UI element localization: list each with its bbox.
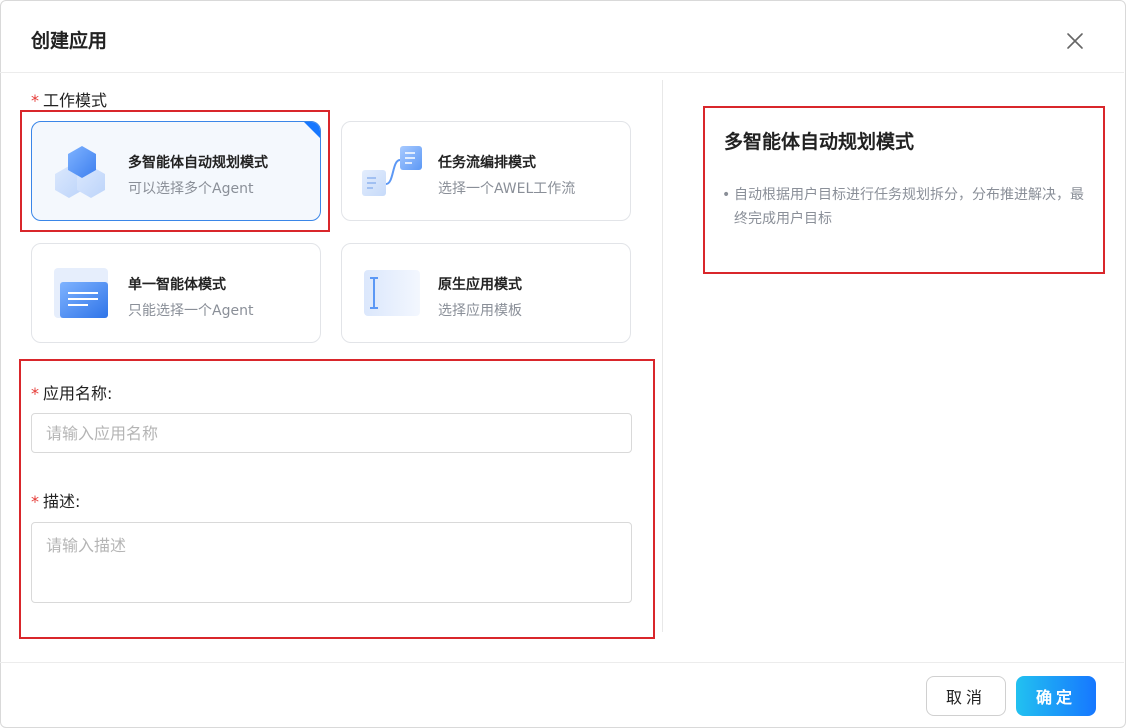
text-cursor-icon bbox=[362, 266, 422, 322]
annotation-box-detail bbox=[703, 106, 1105, 274]
dialog-header: 创建应用 bbox=[0, 0, 1124, 73]
confirm-button[interactable]: 确定 bbox=[1016, 676, 1096, 716]
workflow-icon bbox=[362, 144, 422, 200]
mode-card-single-agent[interactable]: 单一智能体模式 只能选择一个Agent bbox=[31, 243, 321, 343]
dialog-title: 创建应用 bbox=[31, 30, 108, 52]
annotation-box-selected-card bbox=[20, 110, 330, 232]
mode-card-workflow[interactable]: 任务流编排模式 选择一个AWEL工作流 bbox=[341, 121, 631, 221]
work-mode-text: 工作模式 bbox=[43, 91, 108, 110]
mode-card-subtitle: 只能选择一个Agent bbox=[128, 303, 254, 319]
mode-card-title: 单一智能体模式 bbox=[128, 277, 226, 293]
mode-card-subtitle: 选择一个AWEL工作流 bbox=[438, 181, 576, 197]
vertical-divider bbox=[662, 80, 663, 632]
annotation-box-form bbox=[19, 359, 655, 639]
cancel-button[interactable]: 取消 bbox=[926, 676, 1006, 716]
mode-card-title: 任务流编排模式 bbox=[438, 155, 536, 171]
mode-card-subtitle: 选择应用模板 bbox=[438, 303, 522, 319]
work-mode-label: * 工作模式 bbox=[31, 87, 107, 111]
mode-card-title: 原生应用模式 bbox=[438, 277, 522, 293]
mode-card-native-app[interactable]: 原生应用模式 选择应用模板 bbox=[341, 243, 631, 343]
required-mark: * bbox=[31, 91, 39, 110]
close-icon[interactable] bbox=[1064, 30, 1086, 52]
document-card-icon bbox=[52, 266, 112, 322]
